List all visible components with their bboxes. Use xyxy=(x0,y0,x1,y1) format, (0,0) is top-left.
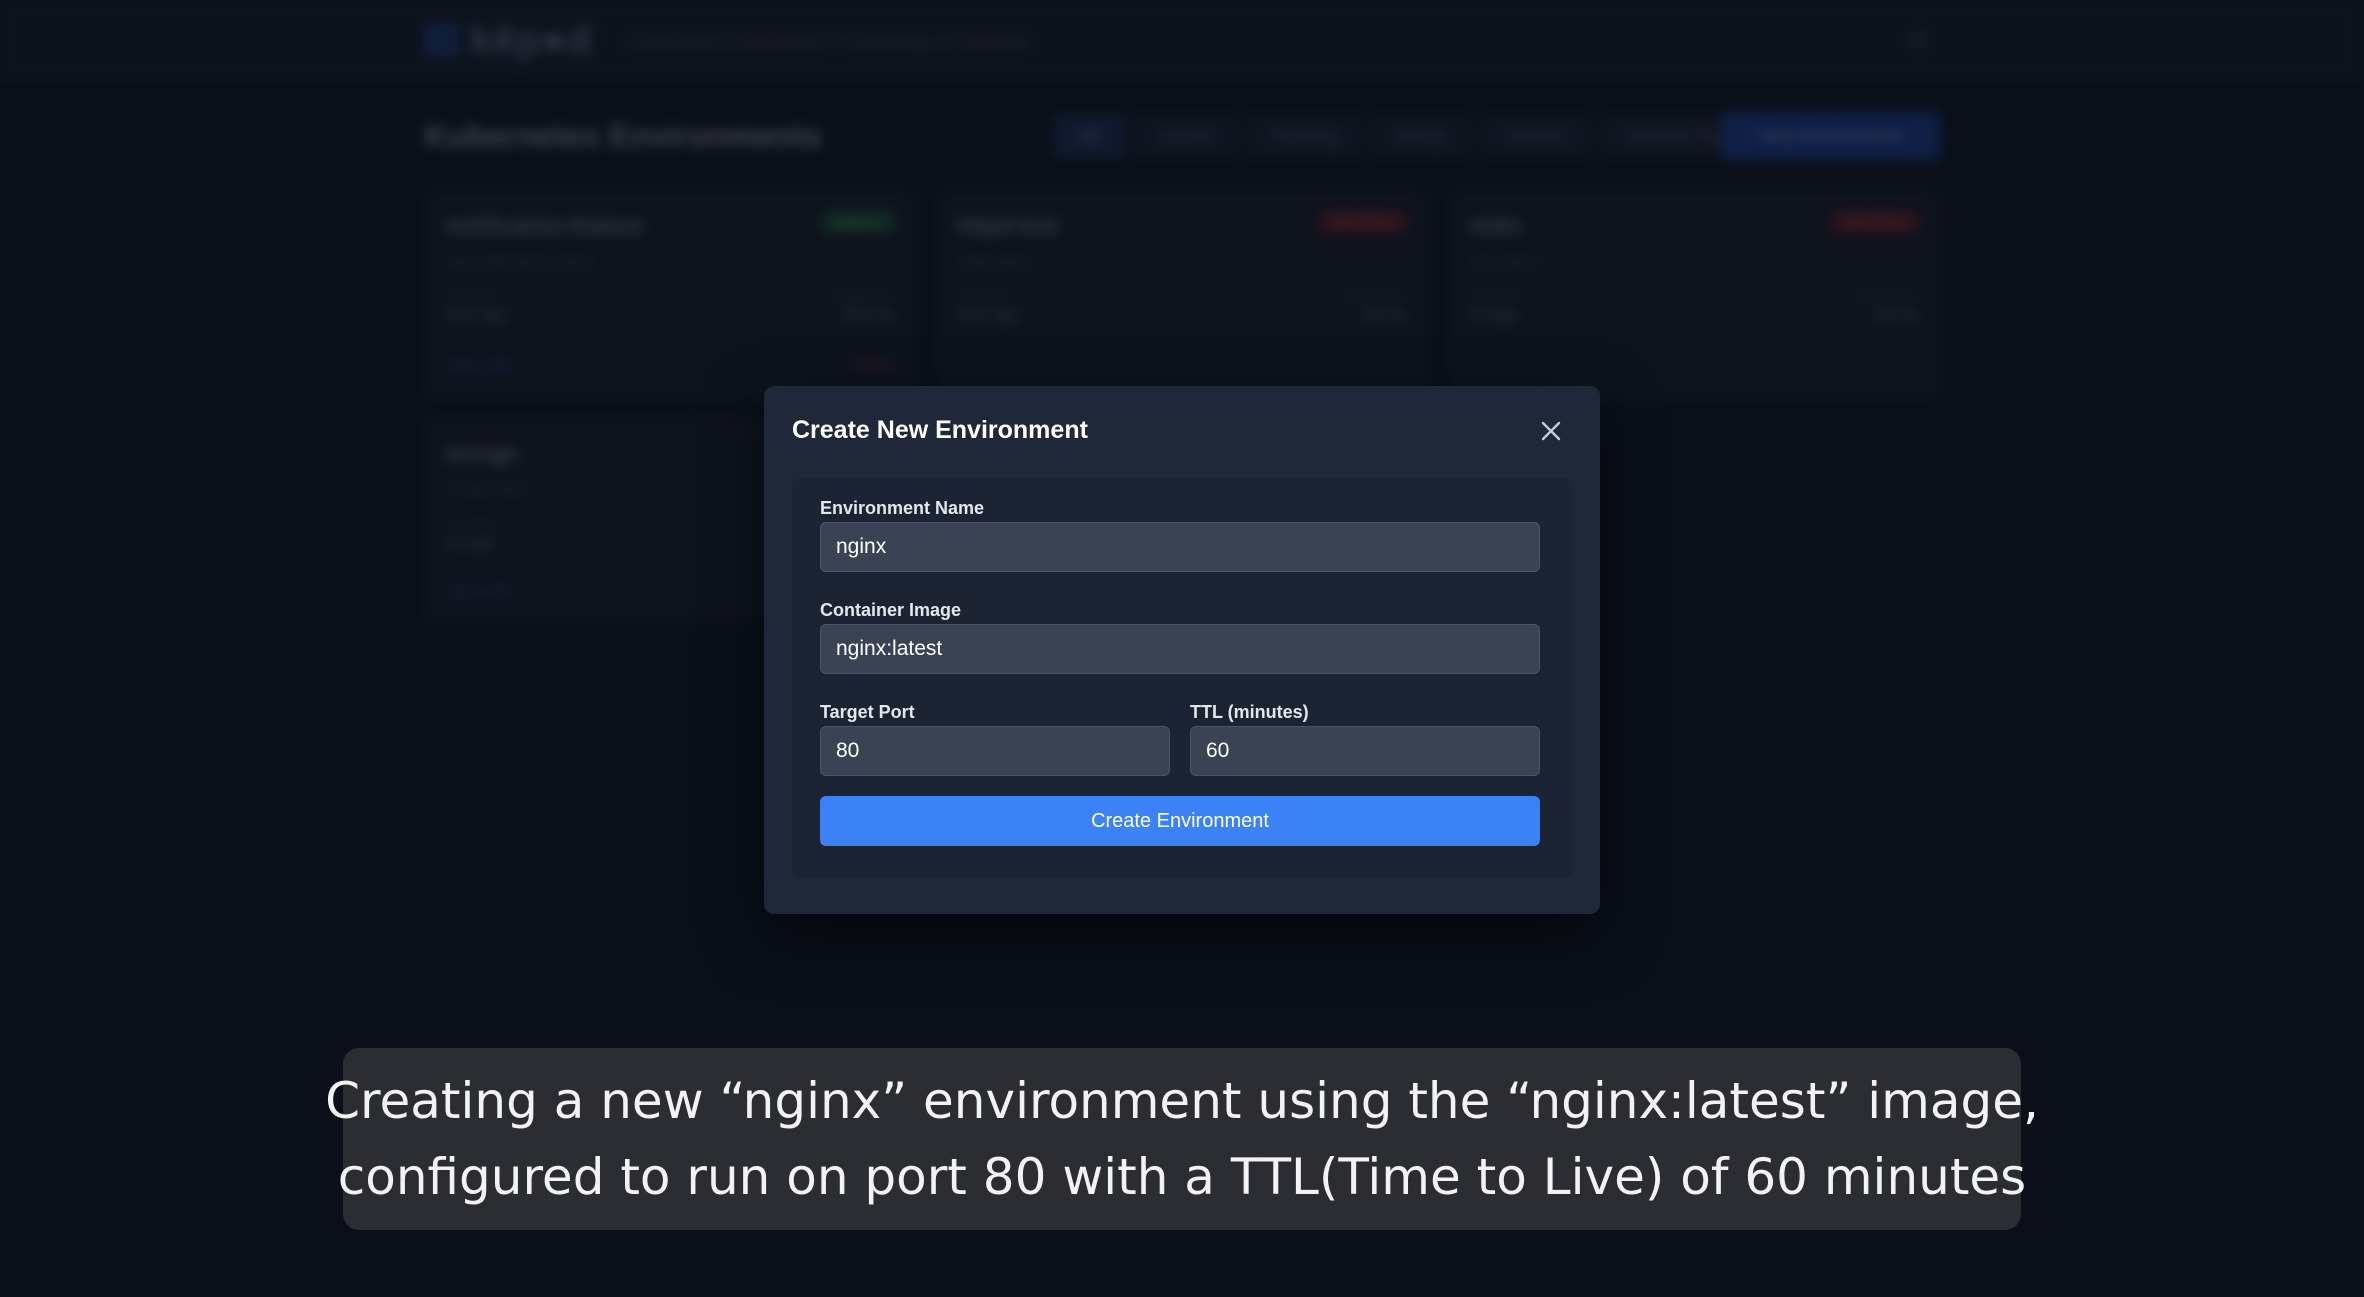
container-image-input[interactable] xyxy=(820,624,1540,674)
create-environment-modal: Create New Environment Environment Name … xyxy=(764,386,1600,914)
caption-box: Creating a new “nginx” environment using… xyxy=(325,1048,2039,1230)
ttl-input[interactable] xyxy=(1190,726,1540,776)
close-icon xyxy=(1541,421,1561,441)
create-environment-button[interactable]: Create Environment xyxy=(820,796,1540,846)
environment-form: Environment Name Container Image Target … xyxy=(792,478,1572,878)
env-name-label: Environment Name xyxy=(820,498,985,518)
caption-line-2: configured to run on port 80 with a TTL(… xyxy=(337,1148,2027,1206)
env-name-input[interactable] xyxy=(820,522,1540,572)
container-image-label: Container Image xyxy=(820,600,962,620)
target-port-input[interactable] xyxy=(820,726,1170,776)
close-button[interactable] xyxy=(1536,416,1566,446)
ttl-label: TTL (minutes) xyxy=(1190,702,1309,722)
caption-line-1: Creating a new “nginx” environment using… xyxy=(325,1072,2039,1130)
modal-title: Create New Environment xyxy=(792,416,1088,444)
target-port-label: Target Port xyxy=(820,702,915,722)
